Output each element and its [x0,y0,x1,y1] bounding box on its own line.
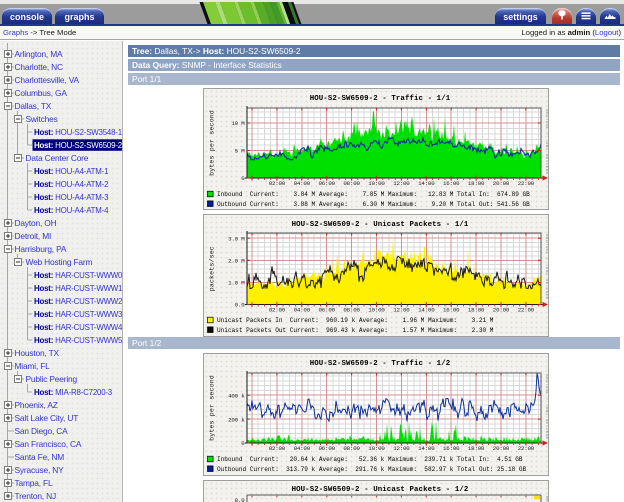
svg-text:08:00: 08:00 [343,306,360,313]
svg-text:14:00: 14:00 [418,445,435,452]
svg-text:12:00: 12:00 [393,306,410,313]
svg-text:06:00: 06:00 [318,445,335,452]
svg-text:RRDTOOL / TOBI OETIKER: RRDTOOL / TOBI OETIKER [544,109,548,175]
svg-text:14:00: 14:00 [418,180,435,187]
svg-text:22:00: 22:00 [518,180,535,187]
svg-text:Detroit, MI: Detroit, MI [15,231,52,241]
svg-text:Outbound Current: 3.88 M Av: Outbound Current: 3.88 M Average: 6.30 M… [217,201,530,208]
svg-text:10:00: 10:00 [368,180,385,187]
svg-text:HOU-S2-SW6509-2 - Traffic - 1/: HOU-S2-SW6509-2 - Traffic - 1/2 [310,360,451,368]
svg-text:20:00: 20:00 [493,306,510,313]
svg-text:San Francisco, CA: San Francisco, CA [15,439,82,449]
svg-text:04:00: 04:00 [294,445,311,452]
svg-text:04:00: 04:00 [294,306,311,313]
svg-text:02:00: 02:00 [269,180,286,187]
svg-text:Host: HAR-CUST-WWW3: Host: HAR-CUST-WWW3 [34,310,122,319]
svg-text:18:00: 18:00 [468,445,485,452]
svg-text:10:00: 10:00 [368,306,385,313]
svg-text:18:00: 18:00 [468,306,485,313]
svg-text:08:00: 08:00 [343,180,360,187]
svg-text:5 M: 5 M [235,148,246,155]
svg-text:Outbound Current: 313.79 k Av: Outbound Current: 313.79 k Average: 291.… [217,466,526,473]
svg-text:Unicast Packets In Current:: Unicast Packets In Current: 960.19 k Ave… [217,317,494,324]
svg-text:Santa Fe, NM: Santa Fe, NM [15,452,65,462]
svg-text:Host: HOU-S2-SW3548-1: Host: HOU-S2-SW3548-1 [34,128,122,137]
svg-text:RRDTOOL: RRDTOOL [544,496,548,502]
svg-text:Host: HOU-A4-ATM-1: Host: HOU-A4-ATM-1 [34,167,108,176]
svg-text:Host: HOU-A4-ATM-4: Host: HOU-A4-ATM-4 [34,206,109,215]
svg-text:Host: HOU-A4-ATM-3: Host: HOU-A4-ATM-3 [34,193,109,202]
svg-text:14:00: 14:00 [418,306,435,313]
svg-text:22:00: 22:00 [518,306,535,313]
svg-text:2.0 M: 2.0 M [228,258,245,265]
svg-text:Inbound Current: 3.84 M Av: Inbound Current: 3.84 M Average: 7.85 M … [217,191,530,198]
svg-text:8.0: 8.0 [235,497,246,502]
svg-text:Arlington, MA: Arlington, MA [15,49,64,59]
svg-text:RRDTOOL / TOBI OETIKER: RRDTOOL / TOBI OETIKER [544,374,548,440]
svg-text:10:00: 10:00 [368,445,385,452]
svg-text:06:00: 06:00 [318,306,335,313]
svg-text:Web Hosting Farm: Web Hosting Farm [26,257,93,267]
svg-text:16:00: 16:00 [443,306,460,313]
svg-text:HOU-S2-SW6509-2 - Unicast Pack: HOU-S2-SW6509-2 - Unicast Packets - 1/2 [292,486,469,494]
svg-text:18:00: 18:00 [468,180,485,187]
svg-text:Tampa, FL: Tampa, FL [15,478,53,488]
svg-text:Host: HAR-CUST-WWW5: Host: HAR-CUST-WWW5 [34,336,122,345]
svg-text:08:00: 08:00 [343,445,360,452]
svg-text:02:00: 02:00 [269,306,286,313]
svg-text:Trenton, NJ: Trenton, NJ [15,491,56,501]
svg-text:3.0 M: 3.0 M [228,235,245,242]
svg-text:1.0 M: 1.0 M [228,280,245,287]
svg-text:Unicast Packets Out Current:: Unicast Packets Out Current: 969.43 k Av… [217,327,494,334]
svg-text:Inbound Current: 20.64 k Av: Inbound Current: 20.64 k Average: 52.36 … [217,456,523,463]
svg-text:0: 0 [241,175,245,182]
svg-text:Host: MIA-R8-C7200-3: Host: MIA-R8-C7200-3 [34,388,113,397]
svg-text:12:00: 12:00 [393,445,410,452]
svg-text:02:00: 02:00 [269,445,286,452]
svg-text:HOU-S2-SW6509-2 - Unicast Pack: HOU-S2-SW6509-2 - Unicast Packets - 1/1 [292,221,469,229]
svg-text:22:00: 22:00 [518,445,535,452]
svg-text:10 M: 10 M [231,120,245,127]
svg-text:06:00: 06:00 [318,180,335,187]
svg-text:HOU-S2-SW6509-2 - Traffic - 1/: HOU-S2-SW6509-2 - Traffic - 1/1 [310,95,451,103]
svg-text:0.0: 0.0 [235,302,246,309]
svg-text:Houston, TX: Houston, TX [15,348,60,358]
svg-text:RRDTOOL / TOBI OETIKER: RRDTOOL / TOBI OETIKER [544,234,548,300]
svg-text:Data Center Core: Data Center Core [26,153,89,163]
svg-text:Host: HOU-A4-ATM-2: Host: HOU-A4-ATM-2 [34,180,108,189]
svg-text:20:00: 20:00 [493,180,510,187]
svg-text:12:00: 12:00 [393,180,410,187]
svg-text:04:00: 04:00 [294,180,311,187]
svg-text:Miami, FL: Miami, FL [15,361,51,371]
svg-text:Salt Lake City, UT: Salt Lake City, UT [15,413,79,423]
svg-text:bytes per second: bytes per second [209,110,217,176]
svg-text:Charlotte, NC: Charlotte, NC [15,62,64,72]
svg-text:San Diego, CA: San Diego, CA [15,426,69,436]
svg-text:packets/sec: packets/sec [209,246,217,291]
svg-text:Charlottesville, VA: Charlottesville, VA [15,75,80,85]
svg-text:Harrisburg, PA: Harrisburg, PA [15,244,67,254]
svg-text:Dallas, TX: Dallas, TX [15,101,52,111]
svg-text:400 k: 400 k [228,392,245,399]
svg-text:Phoenix, AZ: Phoenix, AZ [15,400,58,410]
svg-text:Host: HAR-CUST-WWW2: Host: HAR-CUST-WWW2 [34,297,122,306]
svg-text:Switches: Switches [26,114,58,124]
svg-text:Host: HOU-S2-SW6509-2: Host: HOU-S2-SW6509-2 [34,141,122,150]
svg-text:0: 0 [241,440,245,447]
svg-text:Host: HAR-CUST-WWW0: Host: HAR-CUST-WWW0 [34,271,122,280]
svg-text:bytes per second: bytes per second [209,375,217,441]
svg-text:Host: HAR-CUST-WWW4: Host: HAR-CUST-WWW4 [34,323,122,332]
svg-text:Dayton, OH: Dayton, OH [15,218,57,228]
svg-text:16:00: 16:00 [443,445,460,452]
svg-text:Columbus, GA: Columbus, GA [15,88,68,98]
svg-text:20:00: 20:00 [493,445,510,452]
svg-text:Syracuse, NY: Syracuse, NY [15,465,65,475]
svg-text:Host: HAR-CUST-WWW1: Host: HAR-CUST-WWW1 [34,284,122,293]
svg-text:Public Peering: Public Peering [26,374,78,384]
svg-text:200 k: 200 k [228,416,245,423]
svg-text:16:00: 16:00 [443,180,460,187]
